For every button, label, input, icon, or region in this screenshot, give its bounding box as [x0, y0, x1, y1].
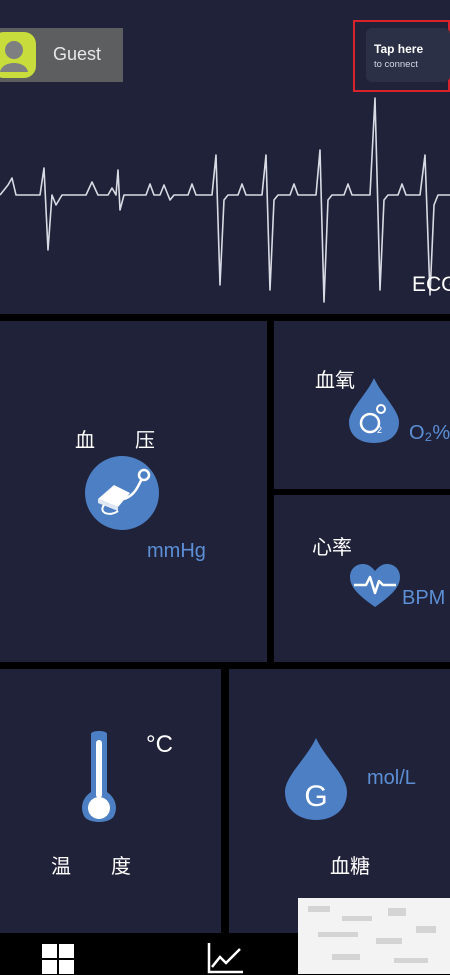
- glucose-tile[interactable]: G mol/L 血糖: [229, 669, 450, 933]
- line-chart-icon[interactable]: [206, 943, 244, 975]
- connect-button[interactable]: Tap here to connect: [366, 28, 450, 82]
- temperature-unit: °C: [146, 731, 173, 758]
- user-icon: [0, 41, 28, 72]
- glucose-drop-icon: G: [285, 738, 347, 820]
- glucose-unit: mol/L: [367, 767, 416, 789]
- oxygen-drop-icon: 2: [349, 378, 399, 443]
- spo2-unit: O₂%: [409, 422, 450, 444]
- ecg-panel[interactable]: Guest Tap here to connect ECG: [0, 0, 450, 314]
- user-name: Guest: [53, 44, 102, 64]
- heart-pulse-icon: [350, 564, 400, 607]
- svg-text:2: 2: [377, 425, 382, 435]
- image-artifact: [298, 898, 450, 974]
- blood-pressure-tile[interactable]: 血 压 mmHg: [0, 321, 267, 662]
- heart-rate-tile[interactable]: 心率 BPM: [274, 495, 450, 662]
- spo2-tile[interactable]: 血氧 2 O₂%: [274, 321, 450, 489]
- heart-rate-label: 心率: [312, 535, 352, 559]
- blood-pressure-cuff-icon: [85, 456, 159, 530]
- temperature-label: 温 度: [51, 854, 131, 878]
- connect-main-label: Tap here: [374, 42, 424, 56]
- svg-text:G: G: [304, 780, 327, 813]
- heart-rate-unit: BPM: [402, 587, 446, 609]
- glucose-label: 血糖: [330, 854, 370, 878]
- temperature-tile[interactable]: °C 温 度: [0, 669, 221, 933]
- thermometer-icon: [82, 731, 116, 822]
- grid-icon[interactable]: [40, 944, 76, 974]
- ecg-label: ECG: [412, 273, 450, 296]
- connect-sub-label: to connect: [374, 59, 418, 70]
- blood-pressure-unit: mmHg: [147, 540, 206, 562]
- user-chip[interactable]: Guest: [0, 28, 123, 82]
- blood-pressure-label: 血 压: [75, 428, 155, 452]
- avatar: [0, 32, 36, 78]
